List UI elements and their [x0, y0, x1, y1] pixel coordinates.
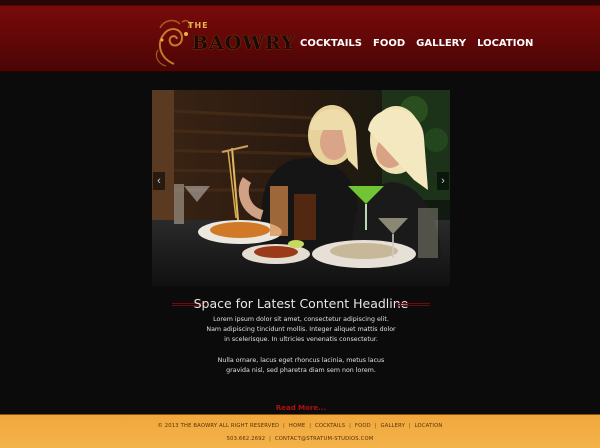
- main-nav: COCKTAILS FOOD GALLERY LOCATION: [300, 36, 544, 52]
- logo-wordmark: BAOWRY: [192, 32, 296, 54]
- nav-item-gallery[interactable]: GALLERY: [416, 36, 466, 52]
- slider-next-button[interactable]: ›: [437, 172, 449, 190]
- content-paragraph-1: Lorem ipsum dolor sit amet, consectetur …: [206, 316, 396, 344]
- content-paragraph-2: Nulla ornare, lacus eget rhoncus lacinia…: [217, 356, 385, 374]
- headline-row: Space for Latest Content Headline: [172, 295, 430, 313]
- footer-phone: 503.662.2692: [226, 436, 266, 442]
- footer-link-location[interactable]: LOCATION: [415, 423, 443, 429]
- footer-link-food[interactable]: FOOD: [355, 423, 371, 429]
- footer-email-link[interactable]: CONTACT@STRATUM-STUDIOS.COM: [275, 436, 374, 442]
- footer-links-row: © 2013 THE BAOWRY ALL RIGHT RESERVED | H…: [0, 423, 600, 429]
- nav-item-cocktails[interactable]: COCKTAILS: [300, 36, 362, 52]
- read-more-link[interactable]: Read More...: [270, 404, 332, 412]
- footer-separator: |: [283, 423, 285, 429]
- image-slider[interactable]: ‹ ›: [152, 90, 450, 286]
- nav-item-food[interactable]: FOOD: [373, 36, 405, 52]
- slider-prev-button[interactable]: ‹: [153, 172, 165, 190]
- slider-photo: [152, 90, 450, 286]
- logo-prefix: THE: [188, 21, 209, 30]
- site-logo[interactable]: THE BAOWRY: [152, 14, 296, 70]
- footer-copyright: © 2013 THE BAOWRY ALL RIGHT RESERVED: [157, 423, 280, 429]
- footer-separator: |: [349, 423, 352, 429]
- footer-separator: |: [374, 423, 377, 429]
- chevron-right-icon: ›: [441, 175, 445, 187]
- footer-contact-row: 503.662.2692 | CONTACT@STRATUM-STUDIOS.C…: [0, 436, 600, 442]
- site-footer: © 2013 THE BAOWRY ALL RIGHT RESERVED | H…: [0, 414, 600, 448]
- footer-link-gallery[interactable]: GALLERY: [381, 423, 405, 429]
- nav-item-location[interactable]: LOCATION: [477, 36, 533, 52]
- content-headline: Space for Latest Content Headline: [193, 296, 409, 311]
- headline-rule-right: [396, 303, 430, 306]
- footer-link-home[interactable]: HOME: [289, 423, 306, 429]
- site-header: THE BAOWRY COCKTAILS FOOD GALLERY LOCATI…: [0, 6, 600, 72]
- footer-separator: |: [309, 423, 312, 429]
- footer-link-cocktails[interactable]: COCKTAILS: [315, 423, 345, 429]
- chevron-left-icon: ‹: [157, 175, 161, 187]
- footer-separator: |: [269, 436, 272, 442]
- footer-separator: |: [408, 423, 411, 429]
- content-body: Lorem ipsum dolor sit amet, consectetur …: [206, 315, 396, 376]
